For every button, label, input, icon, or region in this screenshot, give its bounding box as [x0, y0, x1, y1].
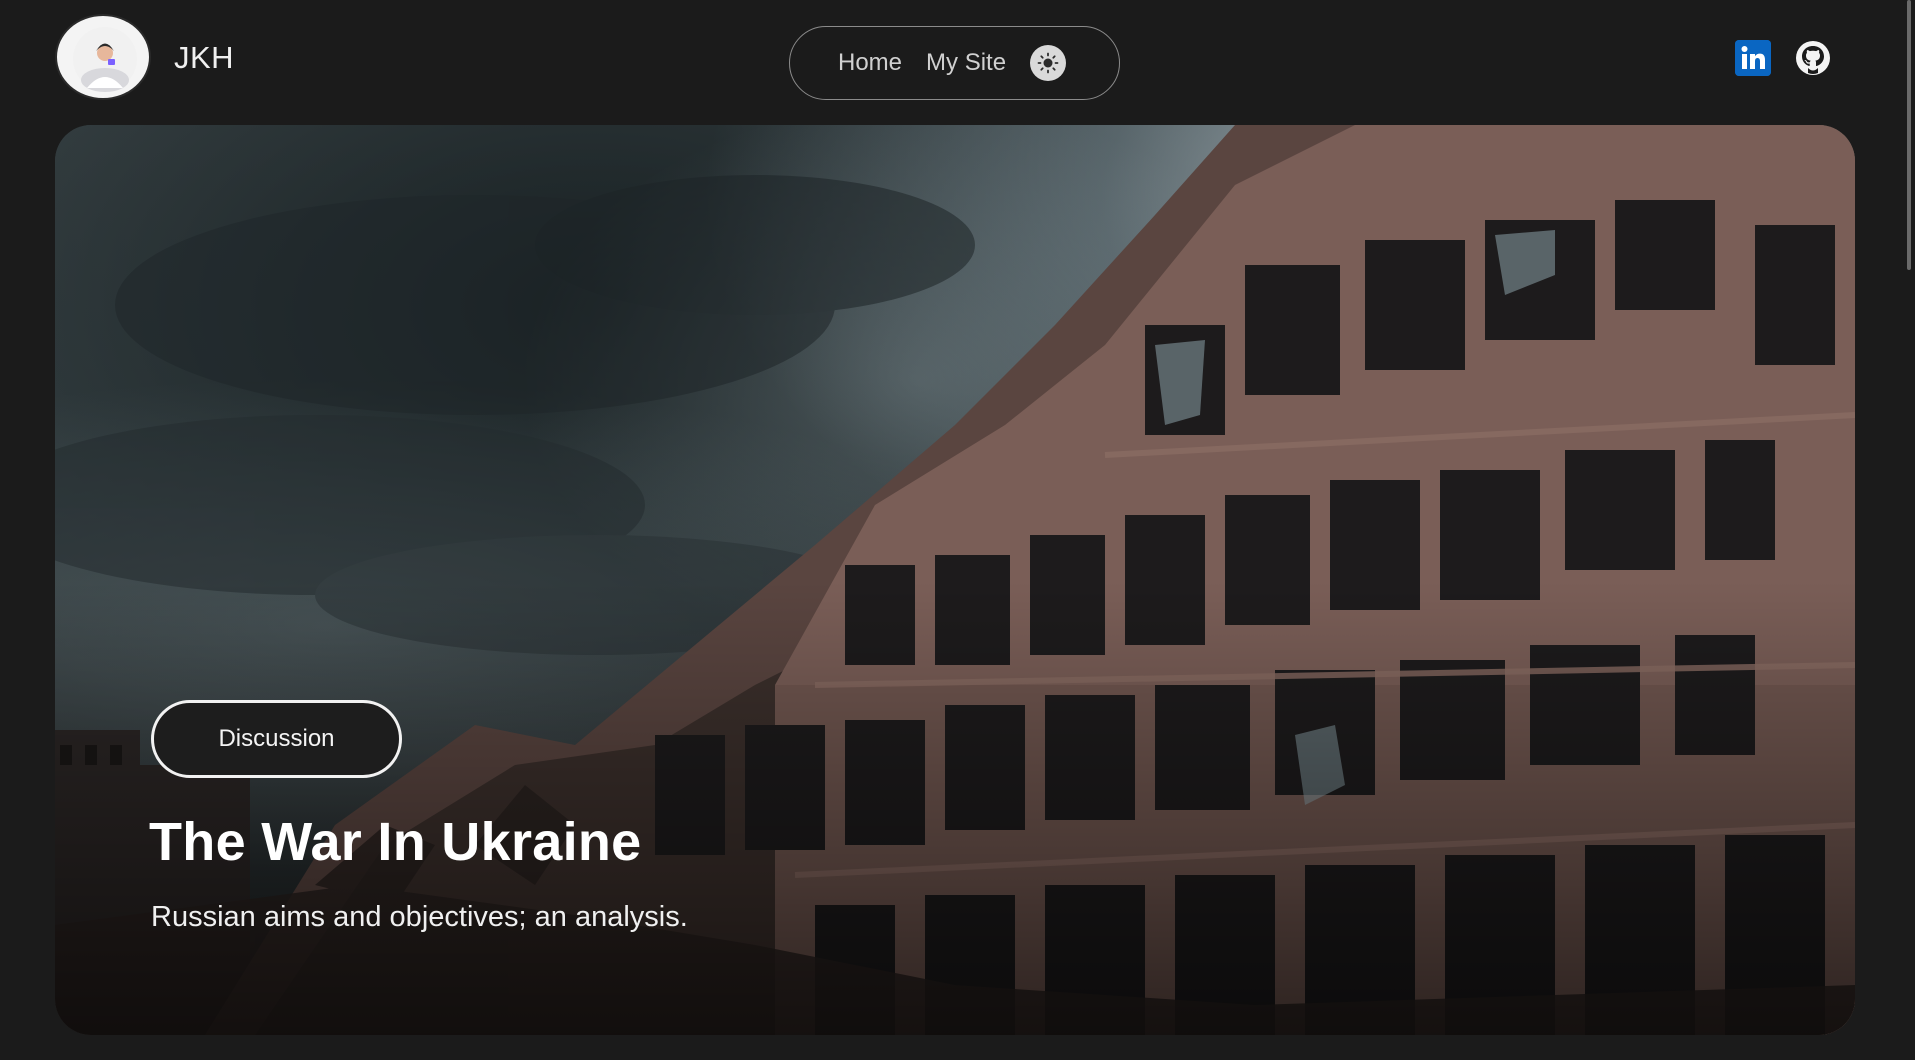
site-header: JKH Home My Site: [0, 0, 1915, 124]
linkedin-logo: [1735, 40, 1771, 76]
hero-title[interactable]: The War In Ukraine: [149, 811, 642, 873]
brand-name[interactable]: JKH: [174, 40, 234, 76]
avatar-illustration-icon: [73, 27, 137, 92]
hero-subtitle: Russian aims and objectives; an analysis…: [151, 901, 688, 933]
scrollbar-thumb[interactable]: [1907, 0, 1911, 270]
github-logo: [1796, 41, 1830, 75]
github-icon[interactable]: [1795, 40, 1831, 76]
avatar[interactable]: [55, 14, 151, 100]
nav-link-my-site[interactable]: My Site: [926, 49, 1006, 77]
hero-banner[interactable]: Discussion The War In Ukraine Russian ai…: [55, 125, 1855, 1035]
sun-icon: [1037, 52, 1059, 74]
linkedin-icon[interactable]: [1735, 40, 1771, 76]
discussion-tag-button[interactable]: Discussion: [151, 700, 402, 778]
main-nav: Home My Site: [789, 26, 1120, 100]
hero-overlay: [55, 125, 1855, 1035]
theme-toggle-button[interactable]: [1030, 45, 1067, 81]
nav-link-home[interactable]: Home: [838, 49, 902, 77]
